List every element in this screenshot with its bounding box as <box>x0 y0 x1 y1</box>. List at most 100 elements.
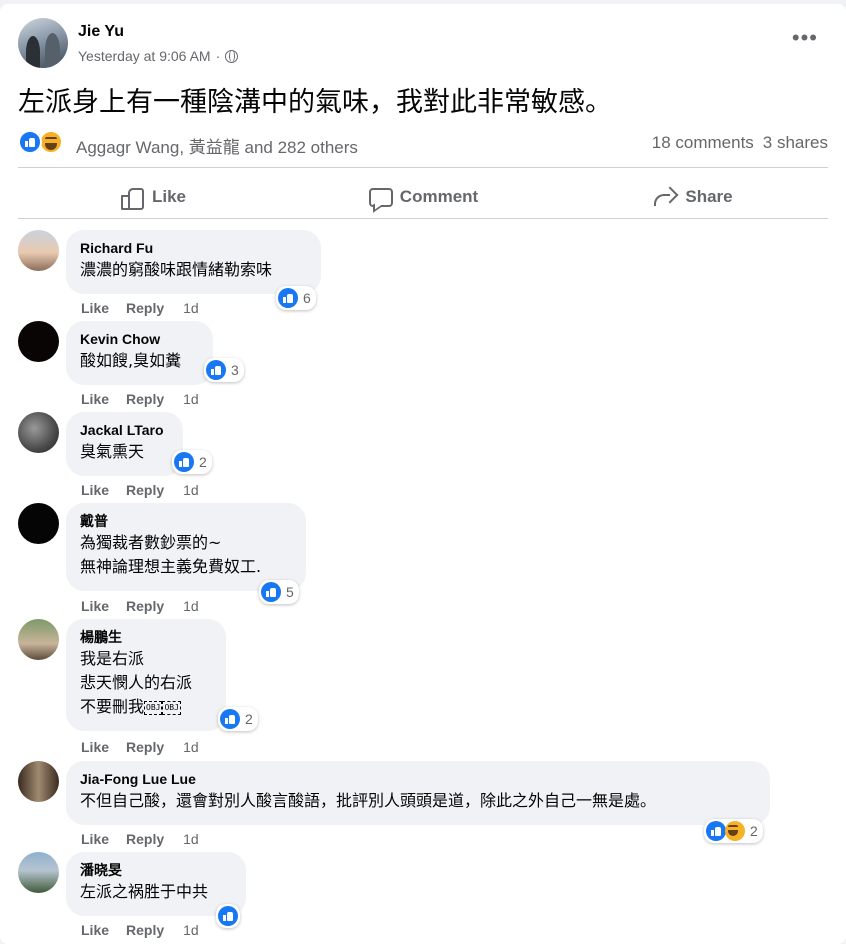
commenter-avatar[interactable] <box>18 321 59 362</box>
comment-reply-button[interactable]: Reply <box>126 598 164 614</box>
author-avatar[interactable] <box>18 18 68 68</box>
comment-actions: Like Reply 1d <box>81 831 199 847</box>
like-reaction-icon <box>174 452 194 472</box>
like-reaction-icon <box>706 821 726 841</box>
comment-text: 臭氣熏天 <box>80 442 145 461</box>
comment-bubble: Richard Fu 濃濃的窮酸味跟情緒勒索味 <box>66 230 321 294</box>
comment-reactions[interactable]: 3 <box>204 358 244 382</box>
comment-reactions[interactable] <box>216 904 240 928</box>
post-timestamp[interactable]: Yesterday at 9:06 AM <box>78 48 211 64</box>
comment-text-line-with-emoji: 不要刪我 OBJ OBJ <box>80 695 212 719</box>
reaction-count: 6 <box>303 290 311 306</box>
haha-reaction-icon <box>39 130 63 154</box>
comment-reply-button[interactable]: Reply <box>126 300 164 316</box>
reaction-count: 2 <box>245 711 253 727</box>
comment-bubble: Jackal LTaro 臭氣熏天 <box>66 412 183 476</box>
comment-time[interactable]: 1d <box>183 831 199 847</box>
comment-reactions[interactable]: 5 <box>259 580 299 604</box>
commenter-name[interactable]: Kevin Chow <box>80 330 199 349</box>
comment-time[interactable]: 1d <box>183 922 199 938</box>
comment-text-line: 不要刪我 <box>80 697 145 716</box>
post-meta: Yesterday at 9:06 AM · <box>78 48 239 64</box>
more-options-icon[interactable]: ••• <box>792 27 818 49</box>
comment-actions: Like Reply 1d <box>81 300 199 316</box>
like-reaction-icon <box>261 582 281 602</box>
engagement-counts: 18 comments 3 shares <box>652 133 828 153</box>
comment-reactions[interactable]: 2 <box>704 819 763 843</box>
emoji-placeholder-icon: OBJ <box>144 700 163 715</box>
commenter-name[interactable]: Richard Fu <box>80 239 307 258</box>
comment-reactions[interactable]: 6 <box>276 286 316 310</box>
like-reaction-icon <box>278 288 298 308</box>
reaction-count: 3 <box>231 362 239 378</box>
author-name[interactable]: Jie Yu <box>78 23 124 41</box>
reaction-count: 2 <box>199 454 207 470</box>
comment-actions: Like Reply 1d <box>81 482 199 498</box>
commenter-avatar[interactable] <box>18 503 59 544</box>
like-button-label: Like <box>151 187 187 206</box>
commenter-avatar[interactable] <box>18 412 59 453</box>
share-arrow-icon <box>653 186 675 208</box>
comment-like-button[interactable]: Like <box>81 598 109 614</box>
post-text: 左派身上有一種陰溝中的氣味，我對此非常敏感。 <box>18 87 612 118</box>
comment-reply-button[interactable]: Reply <box>126 922 164 938</box>
comment-like-button[interactable]: Like <box>81 739 109 755</box>
thumbs-up-icon <box>120 186 144 210</box>
like-reaction-icon <box>218 906 238 926</box>
reaction-names[interactable]: Aggagr Wang, 黃益龍 and 282 others <box>76 133 358 158</box>
commenter-name[interactable]: Jia-Fong Lue Lue <box>80 770 756 789</box>
comment-button-label: Comment <box>399 187 479 206</box>
comment-like-button[interactable]: Like <box>81 300 109 316</box>
comment-actions: Like Reply 1d <box>81 739 199 755</box>
comment-like-button[interactable]: Like <box>81 391 109 407</box>
comment-bubble: 戴普 為獨裁者數鈔票的~ 無神論理想主義免費奴工. <box>66 503 306 591</box>
share-button[interactable]: Share <box>558 172 828 222</box>
commenter-avatar[interactable] <box>18 619 59 660</box>
comment-text: 左派之祸胜于中共 <box>80 882 209 901</box>
comment-like-button[interactable]: Like <box>81 922 109 938</box>
comment-actions: Like Reply 1d <box>81 391 199 407</box>
comment-time[interactable]: 1d <box>183 598 199 614</box>
comment-text-line: 無神論理想主義免費奴工. <box>80 557 262 576</box>
like-reaction-icon <box>18 130 42 154</box>
emoji-placeholder-icon: OBJ <box>162 700 181 715</box>
haha-reaction-icon <box>725 821 745 841</box>
comment-time[interactable]: 1d <box>183 739 199 755</box>
commenter-avatar[interactable] <box>18 230 59 271</box>
reaction-icons[interactable] <box>18 130 68 156</box>
commenter-name[interactable]: 戴普 <box>80 512 292 531</box>
comment-bubble: Jia-Fong Lue Lue 不但自己酸，還會對別人酸言酸語，批評別人頭頭是… <box>66 761 770 825</box>
comment-reply-button[interactable]: Reply <box>126 391 164 407</box>
commenter-avatar[interactable] <box>18 761 59 802</box>
comment-text: 不但自己酸，還會對別人酸言酸語，批評別人頭頭是道，除此之外自己一無是處。 <box>80 791 657 810</box>
comment-time[interactable]: 1d <box>183 482 199 498</box>
comment-time[interactable]: 1d <box>183 391 199 407</box>
comment-like-button[interactable]: Like <box>81 482 109 498</box>
globe-icon <box>225 49 239 63</box>
comment-reactions[interactable]: 2 <box>218 707 258 731</box>
commenter-name[interactable]: 楊鵬生 <box>80 628 212 647</box>
reaction-count: 2 <box>750 823 758 839</box>
post-card: Jie Yu Yesterday at 9:06 AM · ••• 左派身上有一… <box>0 4 846 944</box>
like-reaction-icon <box>220 709 240 729</box>
comment-button[interactable]: Comment <box>288 172 558 222</box>
post-actions: Like Comment Share <box>18 172 828 222</box>
comment-time[interactable]: 1d <box>183 300 199 316</box>
comment-like-button[interactable]: Like <box>81 831 109 847</box>
like-button[interactable]: Like <box>18 172 288 222</box>
comment-reply-button[interactable]: Reply <box>126 739 164 755</box>
post-header: Jie Yu Yesterday at 9:06 AM · ••• <box>18 18 828 68</box>
comment-reply-button[interactable]: Reply <box>126 482 164 498</box>
comment-bubble: 楊鵬生 我是右派 悲天憫人的右派 不要刪我 OBJ OBJ <box>66 619 226 731</box>
comment-reply-button[interactable]: Reply <box>126 831 164 847</box>
comment-text-line: 悲天憫人的右派 <box>80 673 193 692</box>
divider <box>18 167 828 168</box>
shares-count[interactable]: 3 shares <box>763 133 828 153</box>
comments-count[interactable]: 18 comments <box>652 133 754 153</box>
commenter-name[interactable]: Jackal LTaro <box>80 421 169 440</box>
comment-text: 酸如餿,臭如糞 <box>80 351 182 370</box>
comment-reactions[interactable]: 2 <box>172 450 212 474</box>
commenter-avatar[interactable] <box>18 852 59 893</box>
commenter-name[interactable]: 潘晓旻 <box>80 861 232 880</box>
comment-text: 濃濃的窮酸味跟情緒勒索味 <box>80 260 273 279</box>
